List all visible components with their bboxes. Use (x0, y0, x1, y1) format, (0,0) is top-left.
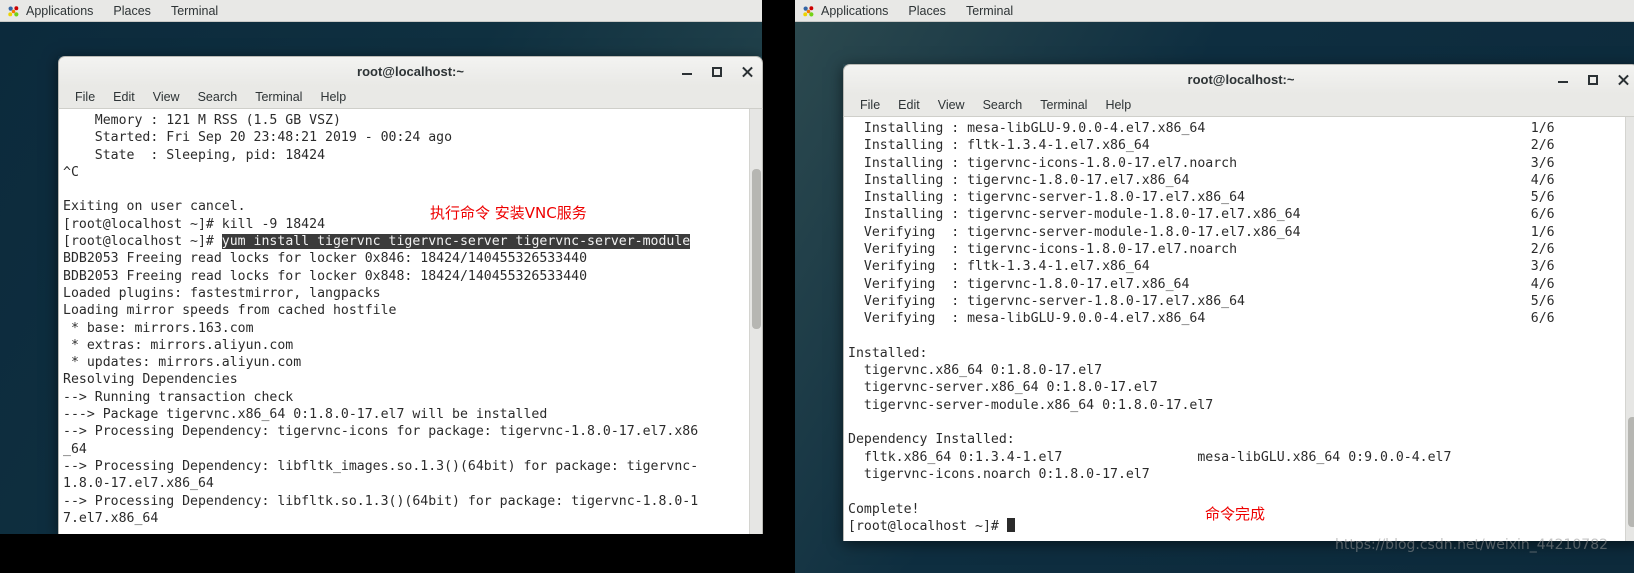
minimize-icon (682, 73, 692, 75)
left-panel-applications[interactable]: Applications (0, 0, 103, 22)
menu-search[interactable]: Search (974, 94, 1032, 117)
left-panel-places-label: Places (113, 3, 151, 18)
menu-edit[interactable]: Edit (889, 94, 929, 117)
right-panel-places-label: Places (908, 3, 946, 18)
right-terminal-output: Installing : mesa-libGLU-9.0.0-4.el7.x86… (848, 121, 1555, 534)
left-terminal-titlebar[interactable]: root@localhost:~ (58, 56, 763, 86)
left-panel-terminal[interactable]: Terminal (161, 0, 228, 22)
right-terminal-body: Installing : mesa-libGLU-9.0.0-4.el7.x86… (843, 117, 1634, 541)
left-panel-terminal-label: Terminal (170, 3, 219, 18)
menu-edit[interactable]: Edit (104, 86, 144, 109)
menu-file[interactable]: File (851, 94, 889, 117)
left-terminal-window: root@localhost:~ File Edit View Search T… (58, 56, 763, 534)
right-scrollbar-thumb[interactable] (1628, 417, 1634, 527)
right-annotation: 命令完成 (1205, 505, 1266, 523)
left-gnome-top-panel: Applications Places Terminal (0, 0, 762, 22)
right-gnome-top-panel: Applications Places Terminal (795, 0, 1634, 22)
left-terminal-title: root@localhost:~ (357, 64, 464, 79)
menu-file[interactable]: File (66, 86, 104, 109)
right-terminal-titlebar[interactable]: root@localhost:~ (843, 64, 1634, 94)
left-annotation: 执行命令 安装VNC服务 (430, 204, 587, 222)
left-scrollbar-thumb[interactable] (752, 169, 761, 329)
right-panel-terminal-label: Terminal (965, 3, 1014, 18)
left-terminal-output: Memory : 121 M RSS (1.5 GB VSZ) Started:… (63, 113, 699, 526)
maximize-icon (1588, 75, 1598, 85)
screenshot-root: Applications Places Terminal root@localh… (0, 0, 1634, 573)
applications-icon (803, 5, 814, 16)
menu-help[interactable]: Help (311, 86, 355, 109)
left-terminal-menubar: File Edit View Search Terminal Help (58, 86, 763, 109)
left-window-buttons (680, 57, 754, 87)
menu-view[interactable]: View (144, 86, 189, 109)
right-panel-places[interactable]: Places (898, 0, 956, 22)
maximize-button[interactable] (710, 65, 724, 79)
left-capture-bottom-bar (0, 534, 762, 573)
left-terminal-body: Memory : 121 M RSS (1.5 GB VSZ) Started:… (58, 109, 763, 534)
left-capture-pane: Applications Places Terminal root@localh… (0, 0, 795, 573)
left-terminal-scrollbar[interactable] (749, 109, 762, 534)
menu-search[interactable]: Search (189, 86, 247, 109)
left-capture-right-bar (762, 0, 795, 573)
right-terminal-menubar: File Edit View Search Terminal Help (843, 94, 1634, 117)
right-panel-terminal[interactable]: Terminal (956, 0, 1023, 22)
minimize-button[interactable] (1556, 73, 1570, 87)
right-panel-applications[interactable]: Applications (795, 0, 898, 22)
menu-view[interactable]: View (929, 94, 974, 117)
minimize-button[interactable] (680, 65, 694, 79)
menu-terminal[interactable]: Terminal (246, 86, 311, 109)
right-window-buttons (1556, 65, 1630, 95)
right-capture-pane: Applications Places Terminal root@localh… (795, 0, 1634, 573)
left-panel-places[interactable]: Places (103, 0, 161, 22)
right-terminal-scrollbar[interactable] (1625, 117, 1634, 541)
right-terminal-title: root@localhost:~ (1187, 72, 1295, 87)
right-panel-applications-label: Applications (821, 3, 889, 18)
menu-help[interactable]: Help (1096, 94, 1140, 117)
left-panel-applications-label: Applications (26, 3, 94, 18)
close-button[interactable] (740, 65, 754, 79)
applications-icon (8, 5, 19, 16)
watermark: https://blog.csdn.net/weixin_44210782 (1335, 537, 1609, 553)
maximize-button[interactable] (1586, 73, 1600, 87)
right-terminal-window: root@localhost:~ File Edit View Search T… (843, 64, 1634, 541)
menu-terminal[interactable]: Terminal (1031, 94, 1096, 117)
minimize-icon (1558, 81, 1568, 83)
close-button[interactable] (1616, 73, 1630, 87)
maximize-icon (712, 67, 722, 77)
